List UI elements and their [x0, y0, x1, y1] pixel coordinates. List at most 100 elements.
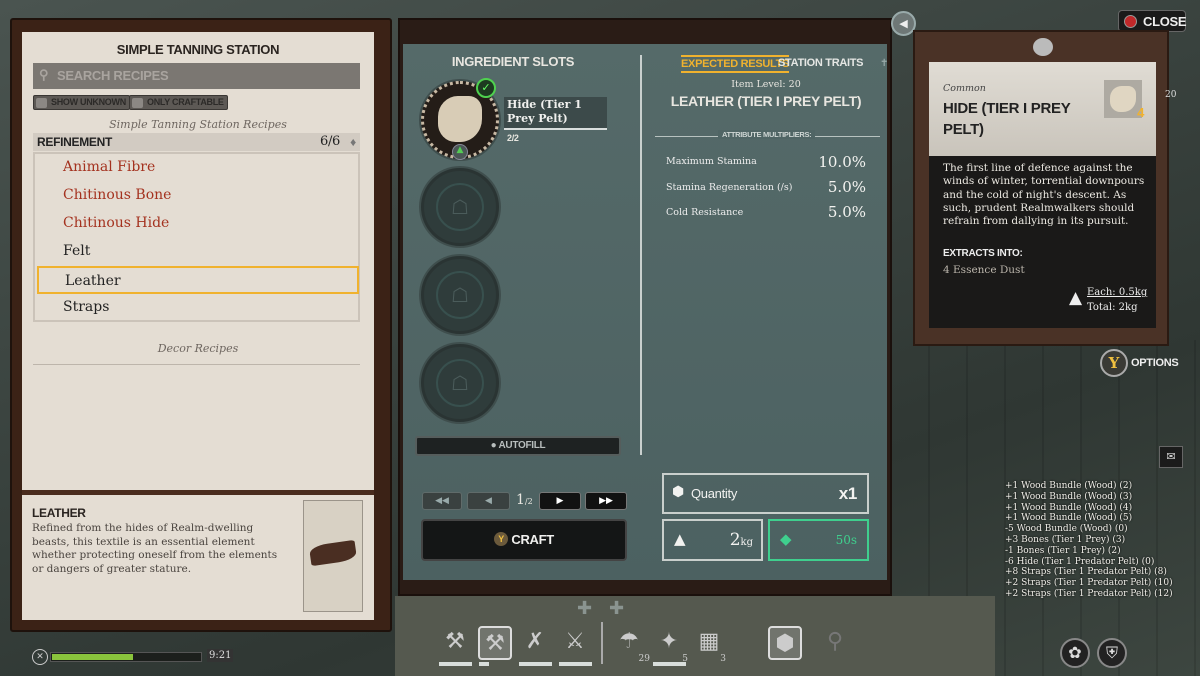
hotbar-skinning-tool[interactable]: ⚒ [478, 626, 512, 660]
detail-title: LEATHER [32, 506, 86, 520]
extracts-value: 4 Essence Dust [943, 264, 1025, 276]
extracts-label: EXTRACTS INTO: [943, 248, 1023, 259]
cube-icon: ⬢ [672, 484, 685, 500]
side-level: 20 [1165, 90, 1177, 100]
feather-icon[interactable]: ✿ [1060, 638, 1090, 668]
first-page-button[interactable]: ◀◀ [422, 492, 462, 510]
log-entry: -1 Bones (Tier 1 Prey) (2) [1005, 545, 1121, 556]
ingredient-slot-3[interactable]: ☖ [421, 256, 499, 334]
detail-description: Refined from the hides of Realm-dwelling… [32, 522, 278, 575]
hide-icon [438, 96, 482, 142]
tier-badge-icon: ▲ [452, 144, 468, 160]
hotbar-sword[interactable]: ⚔ [558, 626, 592, 660]
b-button-icon [1124, 15, 1137, 28]
log-entry: +1 Wood Bundle (Wood) (5) [1005, 513, 1133, 524]
close-button[interactable]: CLOSE [1118, 10, 1187, 32]
log-entry: +2 Straps (Tier 1 Predator Pelt) (10) [1005, 578, 1173, 589]
hotbar-axe[interactable]: ✗ [518, 626, 552, 660]
category-label: REFINEMENT [37, 135, 113, 149]
weight-icon: ▲ [1069, 288, 1083, 308]
item-level: Item Level: 20 [731, 79, 801, 90]
stamina-bar [50, 652, 202, 662]
toggle-only-craftable[interactable]: ONLY CRAFTABLE [129, 95, 228, 110]
recipe-straps[interactable]: Straps [63, 294, 353, 322]
y-button-icon: Y [494, 532, 509, 546]
category-refinement[interactable]: REFINEMENT 6/6 ♦ [33, 133, 360, 151]
hand-bag-icon: ☖ [436, 271, 484, 319]
section-label: Simple Tanning Station Recipes [109, 118, 287, 131]
tooltip-description: The first line of defence against the wi… [943, 162, 1145, 228]
weight-unit: kg [740, 537, 753, 548]
log-entry: +8 Straps (Tier 1 Predator Pelt) (8) [1005, 567, 1167, 578]
pin-icon[interactable]: ✝ [880, 58, 888, 69]
weight-each: Each: 0.5kg [1087, 287, 1148, 298]
durability-bar [559, 662, 592, 666]
stamina-icon: ✕ [32, 649, 48, 665]
pin-gem-icon [1033, 38, 1053, 56]
leather-image [303, 500, 363, 612]
attr-name: Cold Resistance [666, 207, 744, 218]
multipliers-label: ATTRIBUTE MULTIPLIERS: [718, 130, 816, 139]
decor-label[interactable]: Decor Recipes [22, 342, 374, 355]
weight-total: Total: 2kg [1087, 302, 1138, 313]
hotbar-torch[interactable]: ✦ 5 [652, 626, 688, 664]
log-entry: +3 Bones (Tier 1 Prey) (3) [1005, 534, 1126, 545]
attr-value: 5.0% [827, 178, 866, 196]
log-entry: +1 Wood Bundle (Wood) (4) [1005, 502, 1133, 513]
dpad-icon: ✚ [577, 598, 593, 619]
durability-bar [479, 662, 489, 666]
last-page-button[interactable]: ▶▶ [585, 492, 627, 510]
next-page-button[interactable]: ▶ [539, 492, 581, 510]
log-entry: +2 Straps (Tier 1 Predator Pelt) (12) [1005, 588, 1173, 599]
dpad-icon: ✚ [609, 598, 625, 619]
shield-icon[interactable]: ⛨ [1097, 638, 1127, 668]
quantity-value: x1 [838, 484, 858, 503]
recipe-chitinous-bone[interactable]: Chitinous Bone [63, 182, 353, 210]
recipe-leather[interactable]: Leather [37, 266, 359, 294]
options-button[interactable]: OPTIONS [1131, 357, 1179, 369]
hotbar-mushroom[interactable]: ☂ 29 [612, 626, 650, 664]
hotbar-pickaxe[interactable]: ⚒ [438, 626, 472, 660]
ingredient-slot-2[interactable]: ☖ [421, 168, 499, 246]
search-input[interactable]: ⚲ SEARCH RECIPES [33, 63, 360, 89]
autofill-button[interactable]: ● AUTOFILL [415, 436, 621, 456]
quantity-stepper[interactable]: ⬢ Quantity x1 [662, 473, 869, 514]
divider [22, 490, 374, 495]
recipe-chitinous-hide[interactable]: Chitinous Hide [63, 210, 353, 238]
check-icon: ✓ [476, 78, 496, 98]
recipe-animal-fibre[interactable]: Animal Fibre [63, 154, 353, 182]
weight-box: ▲ 2kg [662, 519, 763, 561]
attr-name: Stamina Regeneration (/s) [666, 182, 793, 193]
hotbar-map[interactable]: ▦ 3 [692, 626, 726, 664]
recipe-list: Animal Fibre Chitinous Bone Chitinous Hi… [33, 152, 360, 322]
craft-label: CRAFT [511, 532, 554, 547]
notification-log: +1 Wood Bundle (Wood) (2) +1 Wood Bundle … [1005, 481, 1173, 600]
durability-bar [519, 662, 552, 666]
hotbar-potion[interactable]: ⚲ [818, 626, 852, 660]
station-title: SIMPLE TANNING STATION [116, 42, 280, 57]
toggle-show-unknown[interactable]: SHOW UNKNOWN [33, 95, 130, 110]
ingredient-slots-title: INGREDIENT SLOTS [451, 54, 575, 69]
hand-bag-icon: ☖ [436, 183, 484, 231]
clock: 9:21 [207, 649, 234, 662]
durability-bar [653, 662, 686, 666]
tab-expected-results[interactable]: EXPECTED RESULTS [681, 55, 789, 73]
recipe-panel: SIMPLE TANNING STATION ⚲ SEARCH RECIPES … [22, 32, 374, 620]
ingredient-slot-1[interactable]: ✓ ▲ [421, 78, 499, 160]
recipe-felt[interactable]: Felt [63, 238, 353, 266]
category-count: 6/6 [319, 134, 340, 149]
inventory-icon[interactable]: ✉ [1159, 446, 1183, 468]
prev-page-button[interactable]: ◀ [467, 492, 510, 510]
tab-station-traits[interactable]: STATION TRAITS [778, 57, 864, 69]
slot-1-count: 2/2 [507, 133, 519, 143]
y-button-icon[interactable]: Y [1100, 349, 1128, 377]
attr-value: 5.0% [827, 203, 866, 221]
hotbar-stone[interactable]: ⬢ [768, 626, 802, 660]
ingredient-slot-4[interactable]: ☖ [421, 344, 499, 422]
craft-button[interactable]: Y CRAFT [421, 519, 627, 561]
autofill-label: AUTOFILL [498, 440, 546, 451]
slot-1-name: Hide (Tier 1 Prey Pelt) [504, 97, 607, 130]
attr-name: Maximum Stamina [666, 156, 757, 167]
log-entry: +1 Wood Bundle (Wood) (3) [1005, 491, 1133, 502]
icon-count: 4 [1137, 105, 1144, 120]
